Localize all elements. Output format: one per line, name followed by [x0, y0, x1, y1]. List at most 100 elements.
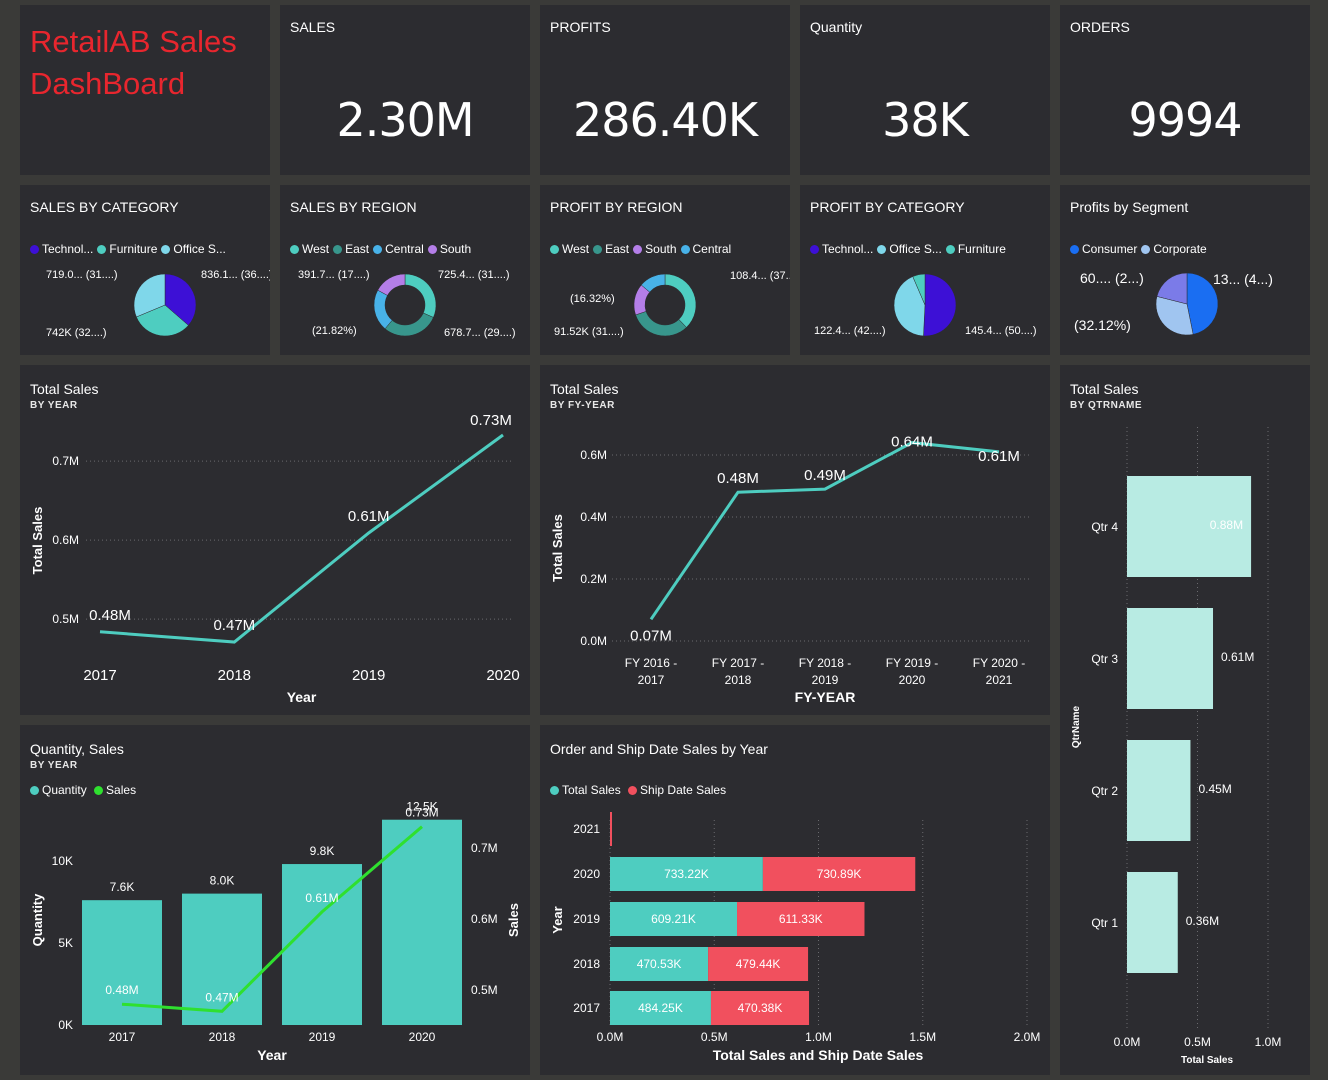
x-tick-label: 2021	[986, 673, 1013, 687]
donut-chart[interactable]: 108.4... (37....) 91.52K (31....) (16.32%)	[540, 185, 790, 355]
sales-by-region-tile[interactable]: SALES BY REGION West East Central South 725…	[280, 185, 530, 355]
y2-axis-title: Sales	[506, 903, 521, 937]
total-sales-by-fy-tile[interactable]: Total Sales BY FY-YEAR 0.0M 0.2M 0.4M 0.6M 0…	[540, 365, 1050, 715]
y-tick-label: 0K	[58, 1018, 73, 1032]
data-label: 0.64M	[891, 434, 933, 451]
x-tick-label: FY 2018 -	[799, 656, 851, 670]
pie-slice[interactable]	[373, 289, 393, 330]
y-tick-label: 0.2M	[580, 572, 607, 586]
y-tick-label: 0.4M	[580, 510, 607, 524]
kpi-card-sales[interactable]: SALES 2.30M	[280, 5, 530, 175]
stacked-bar-chart[interactable]: 0.0M 0.5M 1.0M 1.5M 2.0M 2021 2020 733.22K 730.8…	[540, 725, 1050, 1075]
y-axis-title: Year	[550, 906, 565, 933]
data-label: 0.61M	[305, 891, 338, 905]
bar[interactable]	[1127, 740, 1191, 841]
x-tick-label: FY 2019 -	[886, 656, 938, 670]
y-tick-label: 0.6M	[52, 533, 79, 547]
x-tick-label: 2019	[309, 1030, 336, 1044]
bar[interactable]	[1127, 872, 1178, 973]
kpi-value: 38K	[882, 93, 969, 147]
y-tick-label: 0.6M	[580, 448, 607, 462]
data-label: 0.47M	[205, 990, 238, 1004]
y-tick-label: 2017	[573, 1001, 600, 1015]
profit-by-region-tile[interactable]: PROFIT BY REGION West East South Central 10…	[540, 185, 790, 355]
y-axis-title: Quantity	[30, 893, 45, 946]
pie-chart[interactable]: 13... (4...) (32.12%) 60.... (2...)	[1060, 185, 1310, 355]
data-label: 730.89K	[817, 867, 862, 881]
kpi-card-quantity[interactable]: Quantity 38K	[800, 5, 1050, 175]
x-axis-title: Total Sales	[1181, 1055, 1233, 1066]
slice-data-label: 60.... (2...)	[1080, 270, 1144, 286]
x-tick-label: 2017	[638, 673, 665, 687]
line-chart[interactable]: 0.5M 0.6M 0.7M 0.48M 0.47M 0.61M 0.73M 2017 2018…	[20, 365, 530, 715]
line-chart[interactable]: 0.0M 0.2M 0.4M 0.6M 0.07M 0.48M 0.49M 0.64M 0.61…	[540, 365, 1050, 715]
sales-by-category-tile[interactable]: SALES BY CATEGORY Technol... Furniture Off…	[20, 185, 270, 355]
data-label: 0.61M	[978, 448, 1020, 465]
y-tick-label: 2018	[573, 957, 600, 971]
data-label: 470.38K	[738, 1001, 783, 1015]
kpi-title: SALES	[290, 19, 336, 35]
pie-slice[interactable]	[377, 273, 406, 296]
kpi-value: 286.40K	[572, 93, 758, 147]
pie-slice[interactable]	[404, 273, 437, 318]
x-tick-label: FY 2017 -	[712, 656, 764, 670]
bar-chart[interactable]: 0.0M 0.5M 1.0M Qtr 4 0.88M Qtr 3 0.61M Qtr 2 0.4…	[1060, 365, 1310, 1075]
pie-slice[interactable]	[664, 273, 697, 328]
series-line[interactable]	[99, 433, 504, 644]
y2-tick-label: 0.5M	[471, 983, 498, 997]
slice-data-label: 836.1... (36....)	[201, 269, 270, 281]
order-ship-sales-tile[interactable]: Order and Ship Date Sales by Year Total …	[540, 725, 1050, 1075]
pie-chart[interactable]: 836.1... (36....) 742K (32....) 719.0... (…	[20, 185, 270, 355]
pie-chart[interactable]: 145.4... (50....) 122.4... (42....)	[800, 185, 1050, 355]
data-label: 0.88M	[1210, 518, 1243, 532]
kpi-title: PROFITS	[550, 19, 611, 35]
kpi-value: 9994	[1128, 93, 1242, 147]
profits-by-segment-tile[interactable]: Profits by Segment Consumer Corporate 13.…	[1060, 185, 1310, 355]
quantity-sales-tile[interactable]: Quantity, Sales BY YEAR Quantity Sales 0…	[20, 725, 530, 1075]
x-tick-label: FY 2020 -	[973, 656, 1025, 670]
y2-tick-label: 0.7M	[471, 841, 498, 855]
data-label: 0.45M	[1198, 782, 1231, 796]
dashboard-title-line1: RetailAB Sales	[30, 24, 237, 59]
x-tick-label: 2020	[899, 673, 926, 687]
data-label: 470.53K	[637, 957, 682, 971]
data-label: 0.73M	[405, 806, 438, 820]
data-label: 479.44K	[736, 957, 781, 971]
x-tick-label: 2017	[109, 1030, 136, 1044]
pie-slice[interactable]	[384, 312, 434, 337]
data-label: 0.47M	[213, 617, 255, 634]
y-tick-label: 5K	[58, 936, 73, 950]
bar[interactable]	[182, 893, 262, 1025]
slice-data-label: 145.4... (50....)	[965, 325, 1037, 337]
x-tick-label: 2019	[352, 667, 385, 684]
y-axis-title: Total Sales	[30, 507, 45, 575]
kpi-card-profits[interactable]: PROFITS 286.40K	[540, 5, 790, 175]
kpi-card-orders[interactable]: ORDERS 9994	[1060, 5, 1310, 175]
combo-chart[interactable]: 0K 5K 10K 0.5M 0.6M 0.7M 7.6K 2017 8.0K 2018 9.8K 2…	[20, 725, 530, 1075]
brand-tile: RetailAB Sales DashBoard	[20, 5, 270, 175]
pie-slice[interactable]	[923, 273, 957, 337]
profit-by-category-tile[interactable]: PROFIT BY CATEGORY Technol... Office S...…	[800, 185, 1050, 355]
data-label: 0.36M	[1186, 914, 1219, 928]
pie-slice[interactable]	[635, 311, 687, 337]
bar[interactable]	[1127, 608, 1214, 709]
slice-data-label: 742K (32....)	[46, 327, 107, 339]
slice-data-label: 91.52K (31....)	[554, 326, 624, 338]
bar-segment[interactable]	[610, 812, 612, 846]
total-sales-by-year-tile[interactable]: Total Sales BY YEAR 0.5M 0.6M 0.7M 0.48M 0.4…	[20, 365, 530, 715]
total-sales-by-qtr-tile[interactable]: Total Sales BY QTRNAME 0.0M 0.5M 1.0M Qtr 4…	[1060, 365, 1310, 1075]
donut-chart[interactable]: 725.4... (31....) 678.7... (29....) (21.82…	[280, 185, 530, 355]
series-line[interactable]	[121, 825, 423, 1013]
x-tick-label: 0.5M	[1184, 1035, 1211, 1049]
slice-data-label: (32.12%)	[1074, 317, 1131, 333]
x-tick-label: 0.0M	[1114, 1035, 1141, 1049]
data-label: 484.25K	[638, 1001, 683, 1015]
data-label: 0.49M	[804, 467, 846, 484]
x-tick-label: 0.5M	[701, 1030, 728, 1044]
y-tick-label: Qtr 2	[1091, 784, 1118, 798]
x-tick-label: 2017	[83, 667, 116, 684]
x-axis-title: Year	[287, 689, 317, 705]
slice-data-label: 13... (4...)	[1213, 271, 1273, 287]
kpi-value: 2.30M	[336, 93, 474, 147]
x-tick-label: 2018	[218, 667, 251, 684]
